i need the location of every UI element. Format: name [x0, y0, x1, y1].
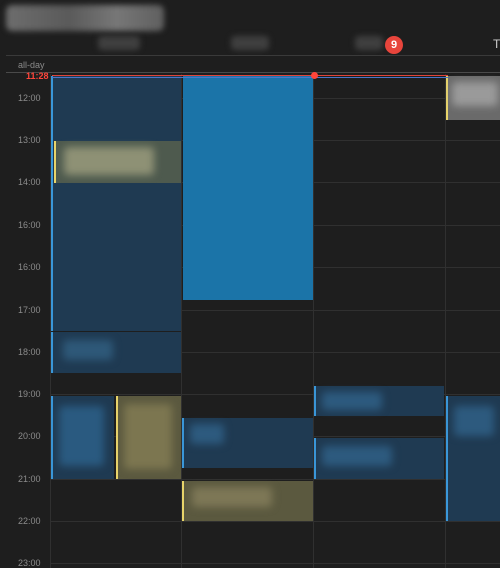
- day-header-2[interactable]: [231, 36, 269, 50]
- day-header-1[interactable]: [98, 36, 140, 50]
- calendar-event[interactable]: [314, 438, 444, 479]
- current-time-line-secondary: [52, 77, 448, 78]
- hour-label: 19:00: [18, 389, 41, 399]
- grid-column-line: [313, 74, 314, 568]
- calendar-event[interactable]: [54, 141, 181, 183]
- calendar-event[interactable]: [51, 396, 114, 479]
- grid-hour-line: [50, 479, 500, 480]
- day-header-3[interactable]: [355, 36, 383, 50]
- hour-label: 16:00: [18, 220, 41, 230]
- calendar-event[interactable]: [446, 76, 500, 120]
- current-time-label: 11:28: [26, 71, 49, 81]
- hour-label: 21:00: [18, 474, 41, 484]
- hour-label: 14:00: [18, 177, 41, 187]
- hour-label: 17:00: [18, 305, 41, 315]
- calendar-event[interactable]: [314, 386, 444, 416]
- grid-hour-line: [50, 563, 500, 564]
- hour-label: 20:00: [18, 431, 41, 441]
- calendar-event[interactable]: [182, 418, 313, 468]
- header-divider: [6, 55, 500, 56]
- hour-label: 23:00: [18, 558, 41, 568]
- calendar-event[interactable]: [116, 396, 181, 479]
- all-day-divider: [6, 72, 500, 73]
- day-header-4[interactable]: T: [493, 37, 500, 51]
- calendar-event[interactable]: [446, 396, 500, 521]
- calendar-event[interactable]: [51, 76, 181, 331]
- calendar-event[interactable]: [182, 481, 313, 521]
- grid-hour-line: [50, 521, 500, 522]
- day-event-count-badge: 9: [385, 36, 403, 54]
- hour-label: 12:00: [18, 93, 41, 103]
- current-time-line: [52, 75, 448, 76]
- calendar-title: [6, 5, 164, 31]
- calendar-event[interactable]: [183, 76, 313, 300]
- hour-label: 16:00: [18, 262, 41, 272]
- current-time-dot: [311, 72, 318, 79]
- hour-label: 13:00: [18, 135, 41, 145]
- all-day-label: all-day: [18, 60, 45, 70]
- calendar-event[interactable]: [51, 332, 181, 373]
- hour-label: 18:00: [18, 347, 41, 357]
- hour-label: 22:00: [18, 516, 41, 526]
